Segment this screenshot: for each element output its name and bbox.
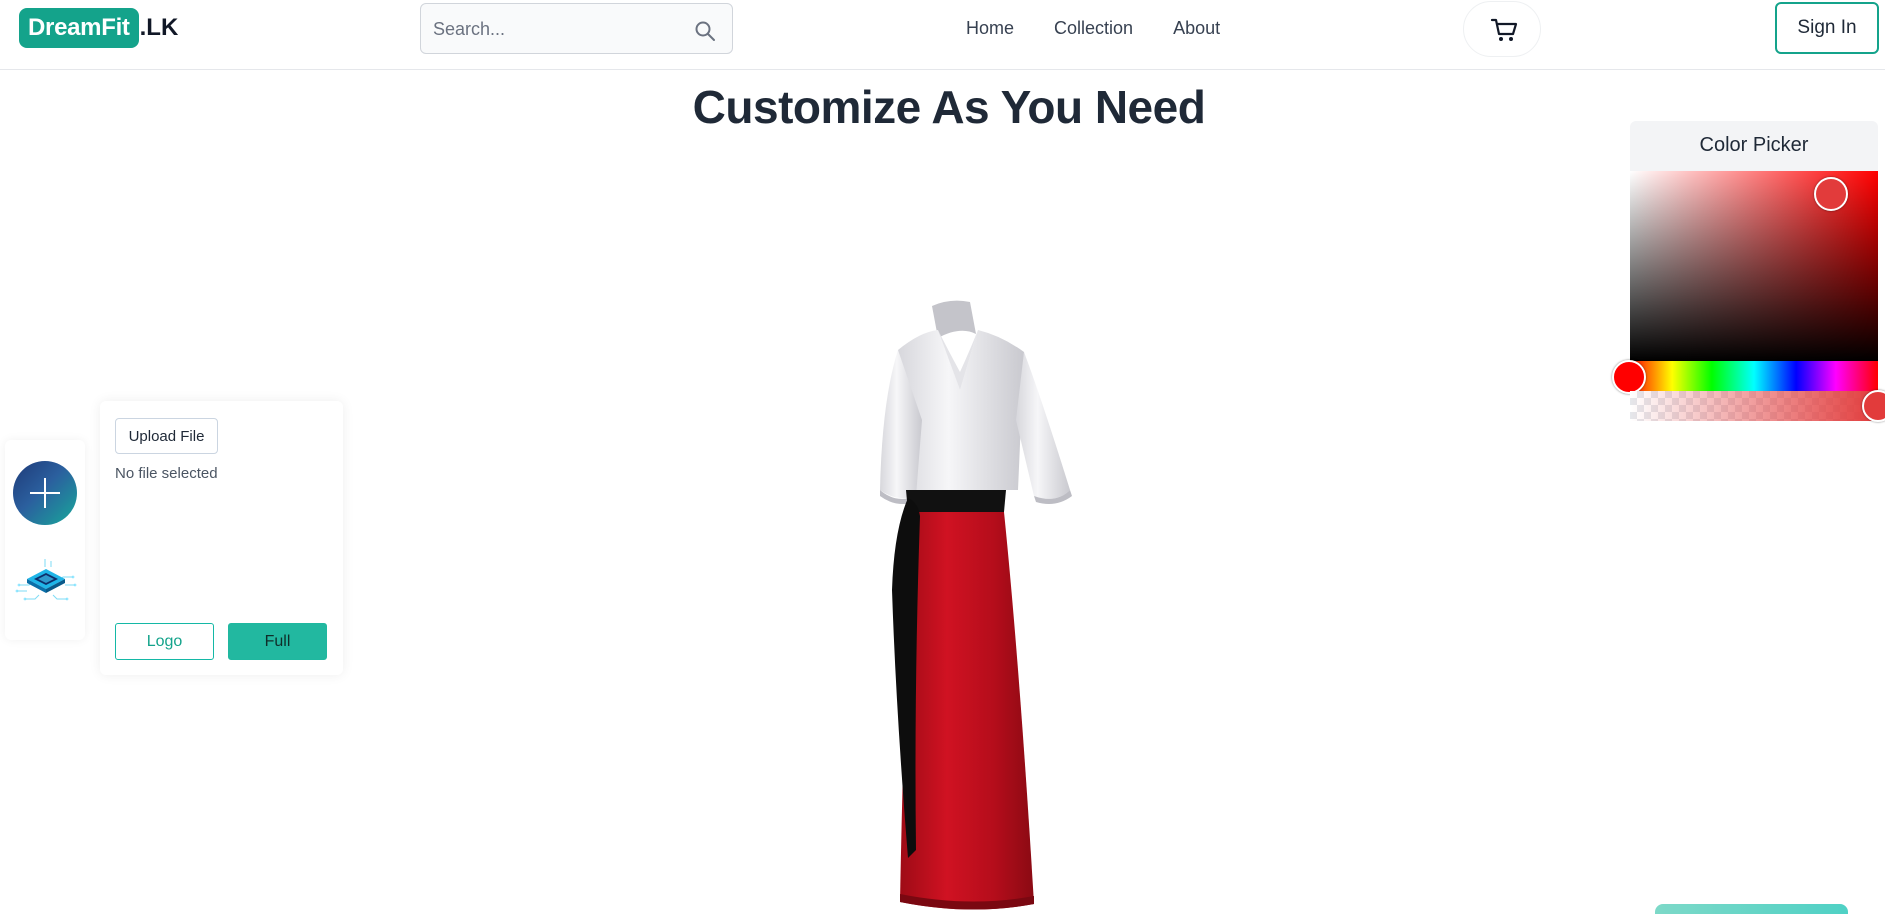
hue-slider[interactable] <box>1630 361 1878 391</box>
alpha-slider[interactable] <box>1630 391 1878 421</box>
brand-logo[interactable]: DreamFit .LK <box>19 8 178 48</box>
nav-home[interactable]: Home <box>966 18 1014 39</box>
color-picker-header: Color Picker <box>1630 121 1878 171</box>
garment-3d-preview[interactable] <box>820 290 1080 910</box>
plus-icon <box>30 478 60 508</box>
brand-suffix: .LK <box>139 14 179 41</box>
file-status: No file selected <box>115 465 218 482</box>
top-navbar: DreamFit .LK Home Collection About Sign … <box>0 0 1885 70</box>
color-picker: Color Picker <box>1612 121 1885 422</box>
chip-icon <box>15 559 77 601</box>
cart-icon <box>1490 18 1518 41</box>
saturation-handle[interactable] <box>1814 177 1848 211</box>
sign-in-button[interactable]: Sign In <box>1775 2 1879 54</box>
logo-mode-button[interactable]: Logo <box>115 623 214 660</box>
nav-collection[interactable]: Collection <box>1054 18 1133 39</box>
floating-action-button[interactable] <box>1655 904 1848 914</box>
color-picker-title: Color Picker <box>1699 134 1809 156</box>
search-box <box>420 3 733 54</box>
main-nav: Home Collection About <box>966 18 1220 39</box>
full-mode-button[interactable]: Full <box>228 623 327 660</box>
hue-handle[interactable] <box>1612 360 1646 394</box>
dress-model <box>880 300 1072 910</box>
brand-badge: DreamFit <box>19 8 139 48</box>
search-input[interactable] <box>433 16 683 42</box>
nav-about[interactable]: About <box>1173 18 1220 39</box>
tool-rail <box>5 440 85 640</box>
upload-file-button[interactable]: Upload File <box>115 418 218 454</box>
search-icon[interactable] <box>694 20 716 42</box>
add-item-button[interactable] <box>13 461 77 525</box>
cart-button[interactable] <box>1463 1 1541 57</box>
upload-panel: Upload File No file selected Logo Full <box>100 401 343 675</box>
page-title: Customize As You Need <box>692 81 1206 133</box>
ai-chip-button[interactable] <box>15 555 77 605</box>
